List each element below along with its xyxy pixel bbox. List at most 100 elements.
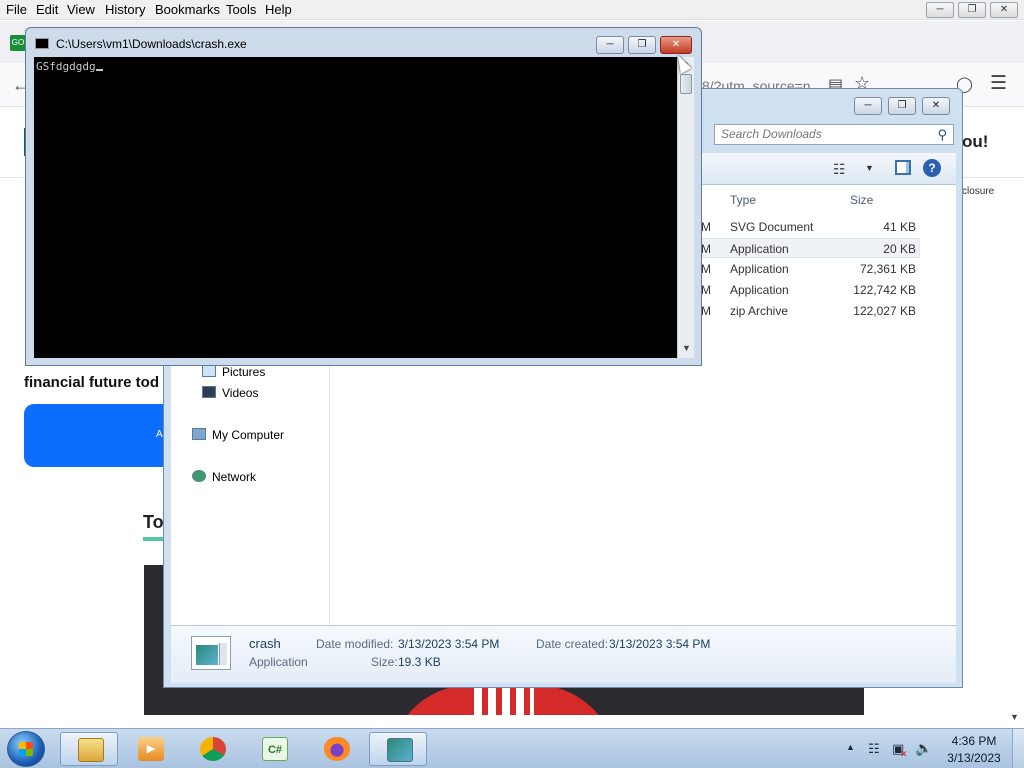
console-typed-text: GSfdgdgdg xyxy=(36,60,96,73)
console-close-button[interactable]: ✕ xyxy=(660,36,692,54)
menu-bookmarks[interactable]: Bookmarks xyxy=(155,2,220,17)
console-app-icon[interactable] xyxy=(35,38,49,49)
nav-label: Network xyxy=(212,470,257,484)
volume-icon[interactable]: 🔈 xyxy=(915,740,932,757)
firefox-icon xyxy=(324,737,350,761)
nav-item-network[interactable]: Network xyxy=(192,470,256,484)
hamburger-menu-icon[interactable]: ☰ xyxy=(990,72,1007,95)
clock-time[interactable]: 4:36 PM xyxy=(945,734,1003,748)
start-button[interactable] xyxy=(7,731,45,767)
taskbar-console-button[interactable] xyxy=(369,732,427,766)
file-type: zip Archive xyxy=(730,304,789,318)
show-desktop-button[interactable] xyxy=(1012,729,1024,768)
console-output-area[interactable]: GSfdgdgdg xyxy=(34,57,677,358)
nav-item-videos[interactable]: Videos xyxy=(202,386,258,400)
menu-view[interactable]: View xyxy=(67,2,95,17)
explorer-search-input[interactable]: Search Downloads ⚲ xyxy=(714,124,954,145)
folder-icon xyxy=(78,738,104,762)
details-modified-value: 3/13/2023 3:54 PM xyxy=(398,637,500,651)
details-pane: crash Application Date modified: 3/13/20… xyxy=(171,625,956,683)
page-cta-label: A xyxy=(156,429,163,440)
details-modified-label: Date modified: xyxy=(316,637,394,651)
page-disclosure-link[interactable]: closure xyxy=(962,186,994,197)
network-icon xyxy=(192,470,206,482)
file-date-fragment: M xyxy=(701,283,711,297)
page-section-heading: To xyxy=(143,512,164,532)
media-player-icon: ▶ xyxy=(138,737,164,761)
console-minimize-button[interactable]: ─ xyxy=(596,36,624,54)
nav-item-pictures[interactable]: Pictures xyxy=(202,365,265,379)
file-type: Application xyxy=(730,242,789,256)
file-date-fragment: M xyxy=(701,220,711,234)
file-size: 122,742 KB xyxy=(853,283,916,297)
change-view-icon[interactable]: ☷ xyxy=(833,161,846,178)
console-title: C:\Users\vm1\Downloads\crash.exe xyxy=(56,37,247,51)
nav-label: Videos xyxy=(222,386,259,400)
application-window-icon xyxy=(387,738,413,762)
menu-history[interactable]: History xyxy=(105,2,145,17)
file-size: 41 KB xyxy=(883,220,916,234)
taskbar-media-player-button[interactable]: ▶ xyxy=(121,732,179,766)
power-plug-icon[interactable]: ☷ xyxy=(868,741,880,757)
computer-icon xyxy=(192,428,206,440)
details-file-name: crash xyxy=(249,636,281,651)
scroll-down-arrow-icon[interactable]: ▼ xyxy=(682,343,691,353)
browser-close-button[interactable]: ✕ xyxy=(990,2,1018,18)
help-icon[interactable]: ? xyxy=(923,159,941,177)
explorer-maximize-button[interactable]: ❐ xyxy=(888,97,916,115)
details-file-kind: Application xyxy=(249,655,308,669)
column-header-size[interactable]: Size xyxy=(850,193,873,207)
videos-icon xyxy=(202,386,216,398)
search-icon[interactable]: ⚲ xyxy=(937,127,947,143)
details-size-label: Size: xyxy=(371,655,398,669)
console-scrollbar[interactable]: ▲ ▼ xyxy=(677,57,694,358)
clock-date[interactable]: 3/13/2023 xyxy=(945,751,1003,765)
nav-label: Pictures xyxy=(222,365,266,379)
console-text-line: GSfdgdgdg xyxy=(36,60,103,73)
file-type: Application xyxy=(730,262,789,276)
file-date-fragment: M xyxy=(701,242,711,256)
page-financial-text: financial future tod xyxy=(24,374,159,391)
file-size: 122,027 KB xyxy=(853,304,916,318)
chrome-icon xyxy=(200,737,226,761)
taskbar-csharp-button[interactable]: C# xyxy=(245,732,303,766)
details-created-label: Date created: xyxy=(536,637,609,651)
text-cursor xyxy=(95,69,103,71)
scrollbar-thumb[interactable] xyxy=(680,74,692,94)
console-window: C:\Users\vm1\Downloads\crash.exe ─ ❐ ✕ G… xyxy=(25,27,702,366)
nav-item-computer[interactable]: My Computer xyxy=(192,428,284,442)
pictures-icon xyxy=(202,365,216,377)
file-size: 20 KB xyxy=(883,242,916,256)
menu-file[interactable]: File xyxy=(6,2,27,17)
chevron-down-icon[interactable]: ▼ xyxy=(865,163,874,173)
application-file-icon xyxy=(191,636,231,670)
column-header-type[interactable]: Type xyxy=(730,193,756,207)
taskbar-chrome-button[interactable] xyxy=(183,732,241,766)
details-created-value: 3/13/2023 3:54 PM xyxy=(609,637,711,651)
browser-menubar: File Edit View History Bookmarks Tools H… xyxy=(0,0,1024,20)
page-heading-fragment: ou! xyxy=(962,132,989,151)
file-type: SVG Document xyxy=(730,220,814,234)
show-hidden-icons-icon[interactable]: ▲ xyxy=(846,742,855,752)
taskbar: ▶ C# ▲ ☷ ▣ ✕ 🔈 4:36 PM 3/13/2023 xyxy=(0,728,1024,768)
browser-scroll-down-icon[interactable]: ▼ xyxy=(1010,712,1019,722)
csharp-icon: C# xyxy=(262,737,288,761)
menu-tools[interactable]: Tools xyxy=(226,2,256,17)
taskbar-firefox-button[interactable] xyxy=(307,732,365,766)
browser-minimize-button[interactable]: ─ xyxy=(926,2,954,18)
tab-favicon-icon[interactable]: GO xyxy=(10,35,26,51)
menu-edit[interactable]: Edit xyxy=(36,2,58,17)
file-date-fragment: M xyxy=(701,262,711,276)
network-disconnected-icon: ✕ xyxy=(900,749,908,759)
menu-help[interactable]: Help xyxy=(265,2,292,17)
nav-label: My Computer xyxy=(212,428,285,442)
file-date-fragment: M xyxy=(701,304,711,318)
taskbar-explorer-button[interactable] xyxy=(60,732,118,766)
hero-image-stripes xyxy=(474,685,534,715)
console-maximize-button[interactable]: ❐ xyxy=(628,36,656,54)
browser-maximize-button[interactable]: ❐ xyxy=(958,2,986,18)
explorer-minimize-button[interactable]: ─ xyxy=(854,97,882,115)
file-type: Application xyxy=(730,283,789,297)
preview-pane-icon[interactable] xyxy=(895,160,911,175)
explorer-close-button[interactable]: ✕ xyxy=(922,97,950,115)
